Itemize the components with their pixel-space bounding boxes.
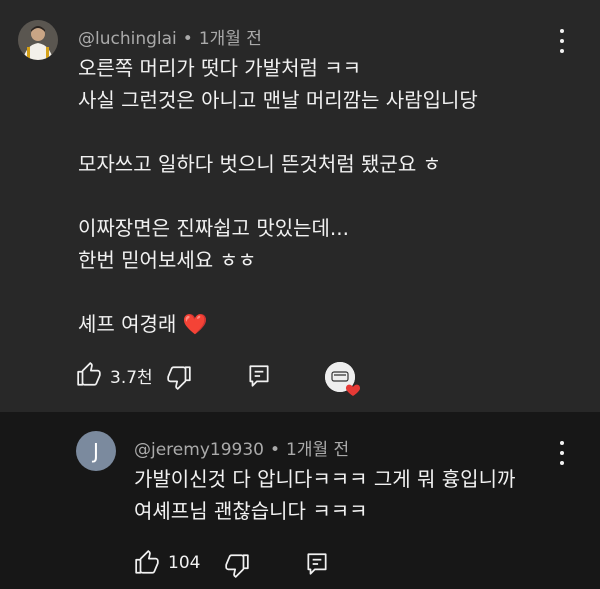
avatar-letter: J [93,439,99,463]
author-name[interactable]: @luchinglai [78,29,177,49]
comment-text-line: 이짜장면은 진짜쉽고 맛있는데... [78,216,349,240]
comment-time[interactable]: 1개월 전 [199,29,262,49]
heart-icon [345,384,361,396]
reply-dislike-button[interactable] [224,552,250,578]
avatar-photo [18,20,58,60]
reply-text-line: 여셰프님 괜찮습니다 ㅋㅋㅋ [134,499,368,523]
comment-text-line: 모자쓰고 일하다 벗으니 뜬것처럼 됐군요 ㅎ [78,152,441,176]
like-count: 3.7천 [110,367,153,388]
comment-text-line: 셰프 여경래 ❤️ [78,312,208,336]
comment-text-line: 한번 믿어보세요 ㅎㅎ [78,248,257,272]
meta-separator: • [182,29,193,49]
main-comment: @luchinglai • 1개월 전 오른쪽 머리가 떳다 가발처럼 ㅋㅋ 사실 … [0,0,600,412]
reply-author-name[interactable]: @jeremy19930 [134,440,264,460]
thumbs-up-icon [77,362,101,386]
creator-heart-badge [325,362,361,396]
thumbs-up-icon [135,550,159,574]
reply-comment-icon [307,553,327,575]
dislike-button[interactable] [166,364,192,390]
author-avatar[interactable] [18,20,58,60]
comment-text-line: 사실 그런것은 아니고 맨날 머리깜는 사람입니당 [78,88,478,112]
thumbs-down-icon [167,366,191,390]
comment-meta: @luchinglai • 1개월 전 [78,24,262,49]
reply-like-button[interactable]: 104 [134,550,200,576]
like-button[interactable]: 3.7천 [76,362,153,388]
reply-author-avatar[interactable]: J [76,431,116,471]
reply-meta: @jeremy19930 • 1개월 전 [134,435,349,460]
reply-comment-icon [249,365,269,387]
reply-time[interactable]: 1개월 전 [286,440,349,460]
reply-text-line: 가발이신것 다 압니다ㅋㅋㅋ 그게 뭐 흉입니까 [134,467,516,491]
reply-reply-button[interactable] [304,551,330,577]
more-options-icon[interactable] [558,29,566,53]
reply-more-options-icon[interactable] [558,441,566,465]
reply-like-count: 104 [168,553,201,573]
meta-separator: • [269,440,280,460]
reply-button[interactable] [246,363,272,389]
thumbs-down-icon [225,554,249,578]
comment-text-line: 오른쪽 머리가 떳다 가발처럼 ㅋㅋ [78,56,362,80]
